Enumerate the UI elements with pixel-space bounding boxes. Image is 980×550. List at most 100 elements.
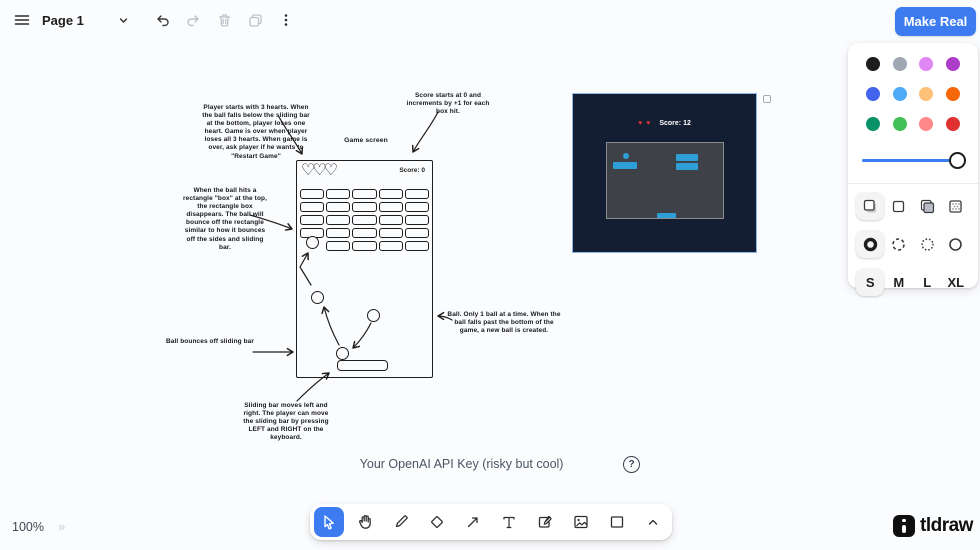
annotation-score-note[interactable]: Score starts at 0 and increments by +1 f… [398, 92, 498, 116]
fill-semi-icon [863, 199, 876, 212]
sketch-brick [404, 202, 429, 212]
dash-solid-button[interactable] [942, 230, 970, 258]
cursor-icon [324, 515, 334, 530]
sketch-ball-right[interactable] [367, 309, 380, 322]
sketch-brick [404, 241, 429, 251]
redo-icon [186, 14, 199, 26]
color-swatch-light-violet[interactable] [919, 57, 934, 71]
color-swatch-light-red[interactable] [919, 117, 934, 131]
arrow-icon [467, 517, 478, 528]
color-swatches [848, 43, 978, 137]
expand-chevrons-icon[interactable]: » [58, 519, 65, 534]
tldraw-brand[interactable]: tldraw [893, 515, 973, 537]
tldraw-app: Page 1 Make Real S M L XL Player starts … [0, 0, 980, 550]
zoom-controls: 100% » [12, 519, 65, 534]
sketch-ball-top[interactable] [306, 236, 319, 249]
duplicate-button[interactable] [241, 6, 269, 34]
help-button[interactable]: ? [623, 455, 640, 473]
sketch-ball-mid[interactable] [311, 291, 324, 304]
dash-dotted-button[interactable] [913, 230, 941, 258]
tool-more[interactable] [638, 507, 668, 537]
sketch-sliding-bar[interactable] [337, 360, 388, 371]
tool-text[interactable] [494, 507, 524, 537]
chevron-down-icon [119, 17, 128, 23]
annotation-game-screen-label[interactable]: Game screen [336, 137, 396, 145]
dash-dotted-icon [920, 237, 934, 251]
color-swatch-light-blue[interactable] [892, 87, 907, 101]
fill-none-button[interactable] [885, 192, 913, 220]
main-menu-button[interactable] [8, 6, 36, 34]
sketch-brick [352, 215, 377, 225]
color-swatch-blue[interactable] [866, 87, 881, 101]
sketch-brick [326, 215, 351, 225]
delete-button[interactable] [210, 6, 238, 34]
color-swatch-grey[interactable] [892, 57, 907, 71]
sketch-brick [378, 189, 403, 199]
fill-solid-button[interactable] [913, 192, 941, 220]
size-s-button[interactable]: S [856, 268, 885, 296]
sketch-brick [352, 189, 377, 199]
fill-pattern-button[interactable] [942, 192, 970, 220]
fill-style-row [848, 190, 978, 222]
color-swatch-light-green[interactable] [892, 117, 907, 131]
annotation-brick-note[interactable]: When the ball hits a rectangle "box" at … [160, 187, 290, 252]
tool-eraser[interactable] [422, 507, 452, 537]
fill-semi-button[interactable] [856, 192, 885, 220]
sketch-brick [378, 241, 403, 251]
annotation-player-note[interactable]: Player starts with 3 hearts. When the ba… [196, 104, 316, 161]
hamburger-icon [14, 15, 30, 25]
sketch-ball-bottom[interactable] [336, 347, 349, 360]
game-preview-panel[interactable]: ♥ ♥ Score: 12 [572, 93, 771, 253]
chevron-up-icon [648, 519, 658, 525]
api-key-section: ? [340, 450, 640, 478]
sketch-brick [352, 202, 377, 212]
style-panel-divider [848, 183, 978, 184]
fill-pattern-icon [949, 199, 962, 213]
annotation-bounce-note[interactable]: Ball bounces off sliding bar [166, 338, 266, 346]
sketch-brick [326, 189, 351, 199]
size-xl-button[interactable]: XL [942, 268, 970, 296]
opacity-slider[interactable] [860, 143, 966, 177]
tool-select[interactable] [314, 507, 344, 537]
preview-score-label: Score: 12 [659, 120, 691, 127]
make-real-button[interactable]: Make Real [895, 7, 976, 36]
color-swatch-orange[interactable] [945, 87, 960, 101]
size-m-button[interactable]: M [885, 268, 913, 296]
image-icon [574, 515, 588, 529]
color-swatch-red[interactable] [945, 117, 960, 131]
tool-draw[interactable] [386, 507, 416, 537]
color-swatch-violet[interactable] [945, 57, 960, 71]
opacity-slider-thumb[interactable] [949, 152, 966, 169]
sketch-brick [300, 202, 325, 212]
tool-hand[interactable] [350, 507, 380, 537]
sketch-game-screen[interactable]: ♡♡♡ Score: 0 [296, 160, 433, 378]
dash-draw-button[interactable] [856, 230, 885, 258]
redo-button[interactable] [179, 6, 207, 34]
hand-icon [359, 514, 371, 529]
preview-duplicate-icon[interactable] [763, 95, 771, 103]
tldraw-logo-icon [893, 515, 915, 537]
color-swatch-yellow[interactable] [919, 87, 934, 101]
tool-rectangle[interactable] [602, 507, 632, 537]
zoom-level[interactable]: 100% [12, 520, 44, 534]
sketch-brick [326, 202, 351, 212]
color-swatch-black[interactable] [866, 57, 881, 71]
pencil-icon [395, 515, 408, 528]
sketch-hearts: ♡♡♡ [301, 162, 338, 179]
tool-note[interactable] [530, 507, 560, 537]
fill-none-icon [893, 200, 905, 212]
color-swatch-green[interactable] [866, 117, 881, 131]
sketch-brick [352, 241, 377, 251]
api-key-input[interactable] [340, 451, 584, 477]
annotation-ball-note[interactable]: Ball. Only 1 ball at a time. When the ba… [443, 311, 565, 335]
size-l-button[interactable]: L [913, 268, 941, 296]
page-menu-button[interactable]: Page 1 [42, 6, 130, 34]
tool-asset[interactable] [566, 507, 596, 537]
preview-paddle [657, 213, 676, 218]
annotation-sliding-note[interactable]: Sliding bar moves left and right. The pl… [243, 402, 329, 442]
note-icon [538, 515, 552, 528]
more-options-button[interactable] [272, 6, 300, 34]
undo-button[interactable] [148, 6, 176, 34]
tool-arrow[interactable] [458, 507, 488, 537]
dash-dashed-button[interactable] [885, 230, 913, 258]
